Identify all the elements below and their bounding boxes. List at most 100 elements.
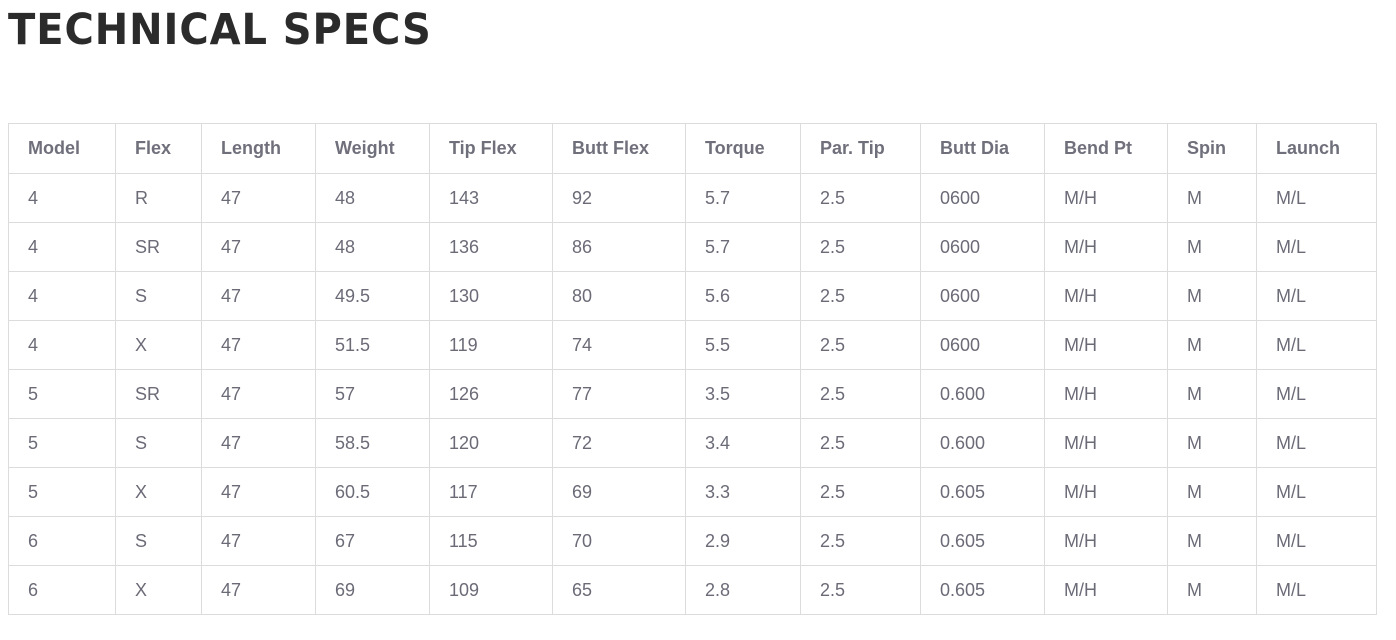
- cell-bend-pt: M/H: [1044, 222, 1168, 272]
- table-row: 6 X 47 69 109 65 2.8 2.5 0.605 M/H M M/L: [8, 565, 1377, 615]
- cell-spin: M: [1167, 418, 1257, 468]
- cell-bend-pt: M/H: [1044, 467, 1168, 517]
- cell-spin: M: [1167, 222, 1257, 272]
- cell-butt-flex: 72: [552, 418, 686, 468]
- cell-par-tip: 2.5: [800, 418, 921, 468]
- cell-weight: 48: [315, 222, 430, 272]
- cell-flex: S: [115, 271, 202, 321]
- table-row: 4 X 47 51.5 119 74 5.5 2.5 0600 M/H M M/L: [8, 320, 1377, 370]
- cell-weight: 48: [315, 173, 430, 223]
- cell-tip-flex: 119: [429, 320, 553, 370]
- cell-weight: 51.5: [315, 320, 430, 370]
- cell-length: 47: [201, 369, 316, 419]
- technical-specs-table: Model Flex Length Weight Tip Flex Butt Flex To…: [8, 123, 1377, 615]
- cell-par-tip: 2.5: [800, 369, 921, 419]
- cell-weight: 69: [315, 565, 430, 615]
- cell-butt-flex: 65: [552, 565, 686, 615]
- cell-tip-flex: 117: [429, 467, 553, 517]
- table-row: 6 S 47 67 115 70 2.9 2.5 0.605 M/H M M/L: [8, 516, 1377, 566]
- cell-launch: M/L: [1256, 418, 1377, 468]
- cell-spin: M: [1167, 271, 1257, 321]
- cell-bend-pt: M/H: [1044, 516, 1168, 566]
- column-header-butt-dia: Butt Dia: [920, 123, 1045, 174]
- cell-spin: M: [1167, 565, 1257, 615]
- cell-spin: M: [1167, 173, 1257, 223]
- cell-par-tip: 2.5: [800, 467, 921, 517]
- cell-model: 4: [8, 222, 116, 272]
- cell-spin: M: [1167, 467, 1257, 517]
- cell-bend-pt: M/H: [1044, 418, 1168, 468]
- column-header-flex: Flex: [115, 123, 202, 174]
- cell-launch: M/L: [1256, 222, 1377, 272]
- cell-torque: 5.7: [685, 173, 801, 223]
- cell-torque: 3.5: [685, 369, 801, 419]
- cell-torque: 5.5: [685, 320, 801, 370]
- cell-butt-dia: 0.605: [920, 516, 1045, 566]
- column-header-launch: Launch: [1256, 123, 1377, 174]
- cell-length: 47: [201, 320, 316, 370]
- cell-spin: M: [1167, 369, 1257, 419]
- cell-butt-flex: 92: [552, 173, 686, 223]
- cell-weight: 57: [315, 369, 430, 419]
- cell-butt-flex: 74: [552, 320, 686, 370]
- cell-torque: 5.6: [685, 271, 801, 321]
- column-header-torque: Torque: [685, 123, 801, 174]
- cell-butt-flex: 80: [552, 271, 686, 321]
- table-body: 4 R 47 48 143 92 5.7 2.5 0600 M/H M M/L 4 SR 47 48 136 86…: [8, 173, 1377, 615]
- cell-model: 5: [8, 467, 116, 517]
- cell-par-tip: 2.5: [800, 565, 921, 615]
- cell-butt-dia: 0600: [920, 173, 1045, 223]
- cell-bend-pt: M/H: [1044, 173, 1168, 223]
- page-title: TECHNICAL SPECS: [8, 5, 432, 55]
- cell-launch: M/L: [1256, 173, 1377, 223]
- cell-bend-pt: M/H: [1044, 320, 1168, 370]
- cell-butt-flex: 69: [552, 467, 686, 517]
- cell-tip-flex: 109: [429, 565, 553, 615]
- cell-launch: M/L: [1256, 565, 1377, 615]
- cell-bend-pt: M/H: [1044, 369, 1168, 419]
- column-header-tip-flex: Tip Flex: [429, 123, 553, 174]
- cell-length: 47: [201, 516, 316, 566]
- cell-model: 4: [8, 173, 116, 223]
- cell-flex: S: [115, 516, 202, 566]
- header-row: Model Flex Length Weight Tip Flex Butt Flex To…: [8, 123, 1377, 174]
- cell-torque: 3.4: [685, 418, 801, 468]
- cell-butt-dia: 0600: [920, 320, 1045, 370]
- cell-length: 47: [201, 173, 316, 223]
- cell-butt-dia: 0.605: [920, 565, 1045, 615]
- cell-launch: M/L: [1256, 271, 1377, 321]
- cell-par-tip: 2.5: [800, 271, 921, 321]
- cell-model: 6: [8, 565, 116, 615]
- cell-butt-dia: 0.600: [920, 369, 1045, 419]
- column-header-bend-pt: Bend Pt: [1044, 123, 1168, 174]
- cell-tip-flex: 136: [429, 222, 553, 272]
- cell-bend-pt: M/H: [1044, 565, 1168, 615]
- cell-flex: X: [115, 565, 202, 615]
- cell-torque: 5.7: [685, 222, 801, 272]
- cell-flex: X: [115, 467, 202, 517]
- cell-weight: 67: [315, 516, 430, 566]
- cell-butt-dia: 0600: [920, 222, 1045, 272]
- cell-flex: S: [115, 418, 202, 468]
- cell-tip-flex: 120: [429, 418, 553, 468]
- column-header-weight: Weight: [315, 123, 430, 174]
- column-header-par-tip: Par. Tip: [800, 123, 921, 174]
- column-header-spin: Spin: [1167, 123, 1257, 174]
- table-row: 4 SR 47 48 136 86 5.7 2.5 0600 M/H M M/L: [8, 222, 1377, 272]
- cell-model: 6: [8, 516, 116, 566]
- column-header-model: Model: [8, 123, 116, 174]
- cell-tip-flex: 130: [429, 271, 553, 321]
- cell-length: 47: [201, 565, 316, 615]
- cell-flex: SR: [115, 369, 202, 419]
- cell-length: 47: [201, 418, 316, 468]
- cell-torque: 3.3: [685, 467, 801, 517]
- cell-flex: R: [115, 173, 202, 223]
- cell-launch: M/L: [1256, 369, 1377, 419]
- cell-launch: M/L: [1256, 516, 1377, 566]
- cell-bend-pt: M/H: [1044, 271, 1168, 321]
- cell-weight: 60.5: [315, 467, 430, 517]
- cell-length: 47: [201, 222, 316, 272]
- cell-butt-flex: 86: [552, 222, 686, 272]
- cell-par-tip: 2.5: [800, 173, 921, 223]
- cell-model: 4: [8, 320, 116, 370]
